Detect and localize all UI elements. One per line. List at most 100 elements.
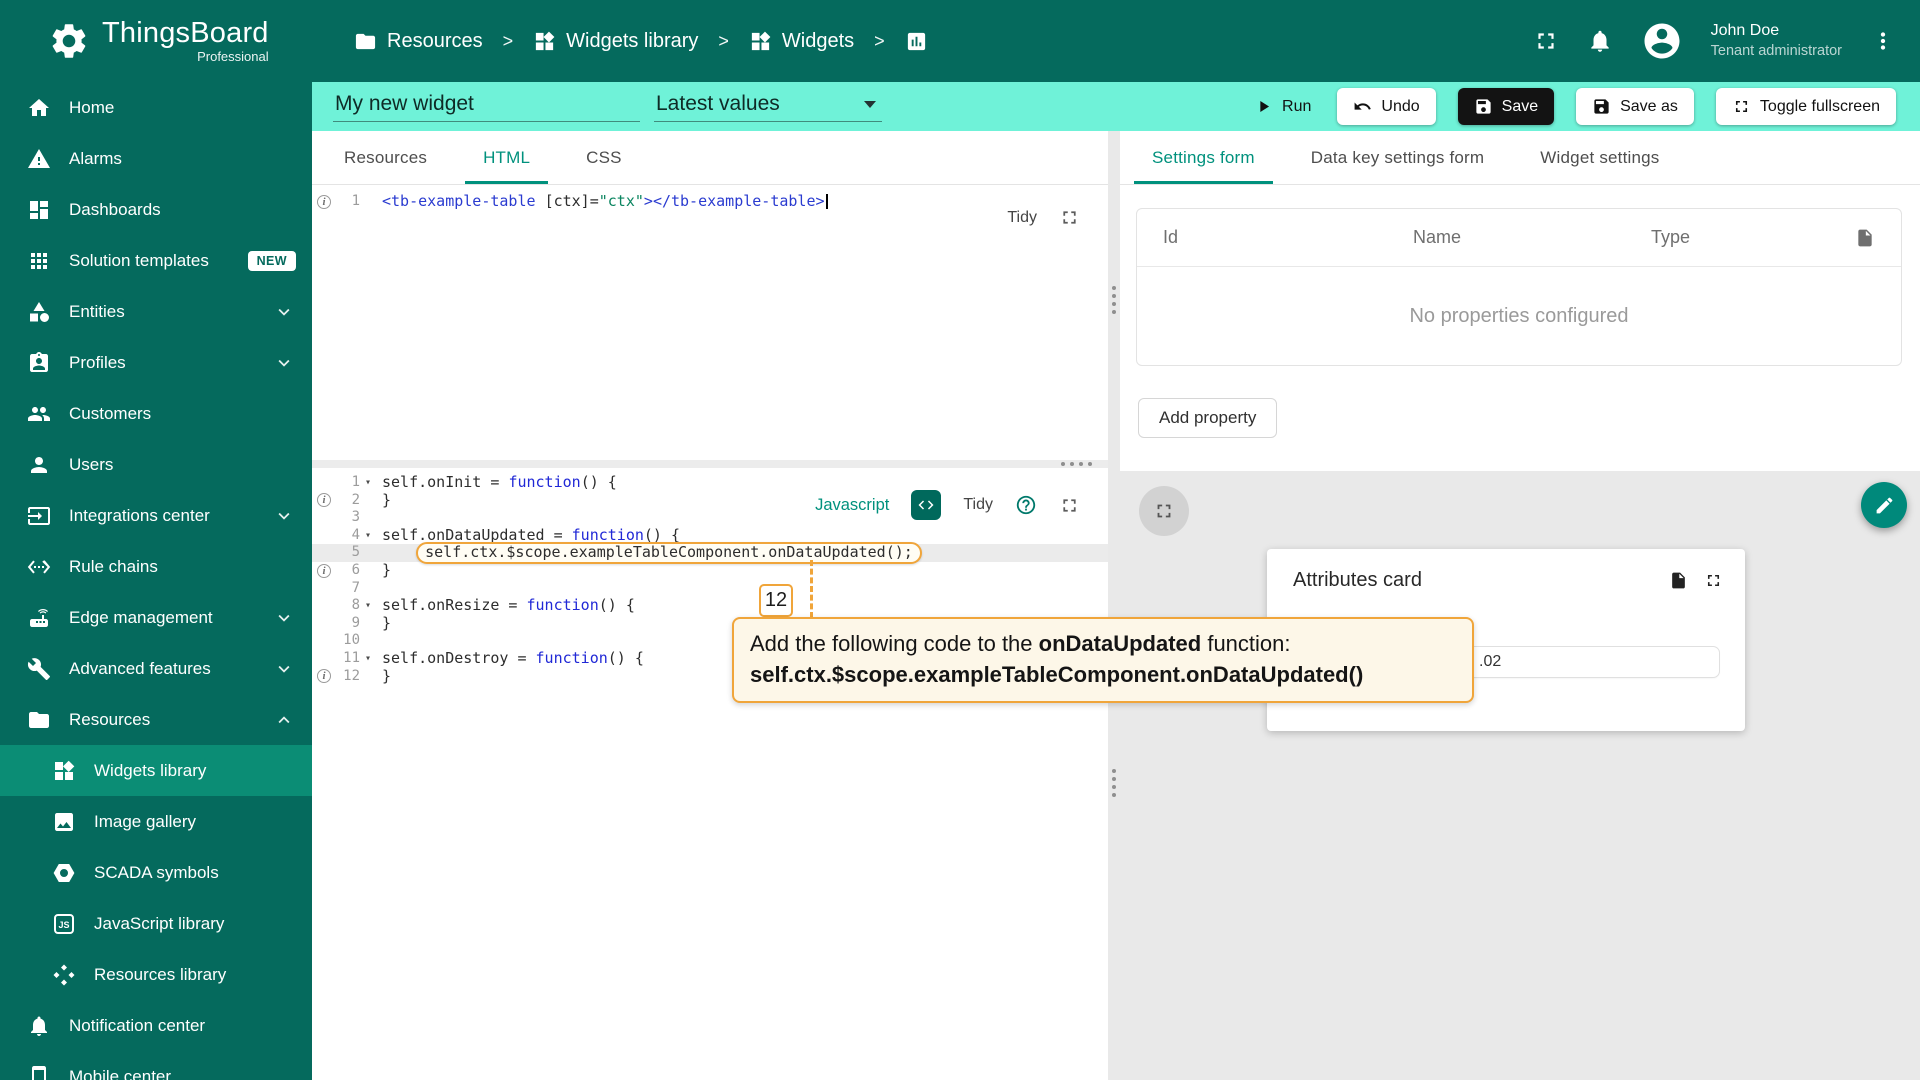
- tab-css[interactable]: CSS: [558, 131, 650, 184]
- line-number: 8: [351, 597, 360, 614]
- sidebar-item-rule-chains[interactable]: Rule chains: [0, 541, 312, 592]
- code-line-6[interactable]: i 6}: [312, 561, 1108, 580]
- code-line-1[interactable]: 1 ▾ self.onInit = function() {: [312, 473, 1108, 492]
- gutter: 8 ▾: [312, 597, 376, 615]
- empty-properties-message: No properties configured: [1409, 304, 1629, 327]
- javascript-mode-chip[interactable]: Javascript: [815, 496, 889, 515]
- line-number: 10: [343, 632, 360, 649]
- sidebar-item-label: Image gallery: [94, 811, 197, 831]
- edit-widget-fab[interactable]: [1861, 482, 1907, 528]
- fold-arrow-icon[interactable]: ▾: [360, 650, 376, 668]
- divider-handle[interactable]: [1112, 769, 1116, 797]
- breadcrumb-widgets-library[interactable]: Widgets library: [533, 30, 698, 53]
- sidebar-item-label: Entities: [69, 301, 125, 321]
- sidebar-item-home[interactable]: Home: [0, 82, 312, 133]
- undo-button[interactable]: Undo: [1337, 88, 1436, 125]
- widget-editor-toolbar: My new widget Latest values Run Undo Sav…: [312, 82, 1920, 131]
- scada-icon: [52, 861, 76, 885]
- run-button[interactable]: Run: [1250, 88, 1315, 125]
- fold-arrow-icon[interactable]: ▾: [360, 474, 376, 492]
- sidebar-item-label: Mobile center: [69, 1066, 172, 1080]
- fullscreen-icon[interactable]: [1533, 28, 1559, 54]
- notifications-bell-icon[interactable]: [1587, 28, 1613, 54]
- sidebar-item-image-gallery[interactable]: Image gallery: [0, 796, 312, 847]
- chart-icon: [905, 30, 928, 53]
- preview-fullscreen-button[interactable]: [1139, 486, 1189, 536]
- sidebar-item-javascript-library[interactable]: JavaScript library: [0, 898, 312, 949]
- sidebar-item-scada-symbols[interactable]: SCADA symbols: [0, 847, 312, 898]
- sidebar-item-resources-library[interactable]: Resources library: [0, 949, 312, 1000]
- sidebar-item-resources[interactable]: Resources: [0, 694, 312, 745]
- sidebar-item-solution-templates[interactable]: Solution templates NEW: [0, 235, 312, 286]
- expand-editor-icon[interactable]: [1059, 495, 1080, 516]
- sidebar-item-alarms[interactable]: Alarms: [0, 133, 312, 184]
- gutter: 4 ▾: [312, 527, 376, 545]
- panel-divider[interactable]: [1108, 131, 1120, 1080]
- help-icon[interactable]: [1015, 494, 1037, 516]
- sidebar-item-mobile-center[interactable]: Mobile center: [0, 1051, 312, 1080]
- sidebar-item-label: Customers: [69, 403, 152, 423]
- fold-arrow-icon[interactable]: ▾: [360, 527, 376, 545]
- code-line-8[interactable]: 8 ▾ self.onResize = function() {: [312, 597, 1108, 615]
- breadcrumb-widgets[interactable]: Widgets: [749, 30, 854, 53]
- breadcrumb-resources[interactable]: Resources: [354, 30, 483, 53]
- toggle-fullscreen-button[interactable]: Toggle fullscreen: [1715, 88, 1896, 125]
- apps-icon: [27, 249, 51, 273]
- code-settings-button[interactable]: [911, 490, 942, 520]
- sidebar-item-edge-management[interactable]: Edge management: [0, 592, 312, 643]
- bell-icon: [27, 1014, 51, 1038]
- account-icon: [1641, 20, 1683, 62]
- code-text: self.onResize = function() {: [382, 596, 635, 615]
- breadcrumb-current-widget[interactable]: [905, 30, 928, 53]
- divider-handle[interactable]: [1112, 286, 1116, 314]
- widget-type-select[interactable]: Latest values: [654, 91, 882, 122]
- sidebar-item-users[interactable]: Users: [0, 439, 312, 490]
- home-icon: [27, 96, 51, 120]
- sidebar-item-customers[interactable]: Customers: [0, 388, 312, 439]
- tab-settings-form[interactable]: Settings form: [1124, 131, 1283, 184]
- tab-widget-settings[interactable]: Widget settings: [1512, 131, 1687, 184]
- tidy-button[interactable]: Tidy: [1007, 209, 1037, 227]
- sidebar-item-label: Solution templates: [69, 250, 209, 270]
- code-icon: [917, 496, 935, 514]
- widget-title-input[interactable]: My new widget: [333, 91, 640, 122]
- code-line-7[interactable]: 7: [312, 580, 1108, 598]
- tidy-button[interactable]: Tidy: [963, 496, 993, 514]
- editor-splitter[interactable]: [312, 460, 1108, 468]
- tab-resources[interactable]: Resources: [316, 131, 455, 184]
- save-as-button[interactable]: Save as: [1576, 88, 1694, 125]
- new-badge: NEW: [247, 250, 296, 271]
- user-block[interactable]: John Doe Tenant administrator: [1711, 21, 1842, 61]
- sidebar-item-notification-center[interactable]: Notification center: [0, 1000, 312, 1051]
- line-number: 7: [351, 579, 360, 596]
- sidebar-item-widgets-library[interactable]: Widgets library: [0, 745, 312, 796]
- sidebar-item-entities[interactable]: Entities: [0, 286, 312, 337]
- save-button[interactable]: Save: [1457, 88, 1555, 125]
- avatar[interactable]: [1641, 20, 1683, 62]
- widgets-icon: [533, 30, 556, 53]
- kebab-menu-icon[interactable]: [1870, 28, 1896, 54]
- html-editor[interactable]: i 1 <tb-example-table [ctx] = "ctx" > </tb-exa…: [312, 185, 1108, 460]
- expand-editor-icon[interactable]: [1059, 207, 1080, 228]
- breadcrumb-separator: >: [502, 30, 514, 51]
- sidebar-item-profiles[interactable]: Profiles: [0, 337, 312, 388]
- info-annotation-icon: i: [317, 669, 331, 684]
- dashboard-icon: [27, 198, 51, 222]
- code-line-1[interactable]: i 1 <tb-example-table [ctx] = "ctx" > </tb-exa…: [312, 192, 1108, 211]
- tab-html[interactable]: HTML: [455, 131, 558, 184]
- sidebar-item-advanced-features[interactable]: Advanced features: [0, 643, 312, 694]
- gutter: 5: [312, 544, 376, 562]
- html-code-lines: i 1 <tb-example-table [ctx] = "ctx" > </tb-exa…: [312, 192, 1108, 211]
- thingsboard-logo[interactable]: ThingsBoard Professional: [0, 18, 312, 63]
- tab-data-key-settings-form[interactable]: Data key settings form: [1283, 131, 1513, 184]
- import-property-icon[interactable]: [1855, 228, 1875, 248]
- sidebar-item-dashboards[interactable]: Dashboards: [0, 184, 312, 235]
- js-editor[interactable]: 1 ▾ self.onInit = function() {i 2} 3 4 ▾ self.o…: [312, 468, 1108, 1080]
- fullscreen-icon[interactable]: [1704, 571, 1723, 590]
- add-property-button[interactable]: Add property: [1138, 398, 1278, 438]
- file-icon[interactable]: [1669, 571, 1688, 590]
- code-line-5[interactable]: 5 self.ctx.$scope.exampleTableComponent.…: [312, 542, 1108, 565]
- fold-arrow-icon[interactable]: ▾: [360, 597, 376, 615]
- sidebar-item-integrations-center[interactable]: Integrations center: [0, 490, 312, 541]
- wrench-icon: [27, 657, 51, 681]
